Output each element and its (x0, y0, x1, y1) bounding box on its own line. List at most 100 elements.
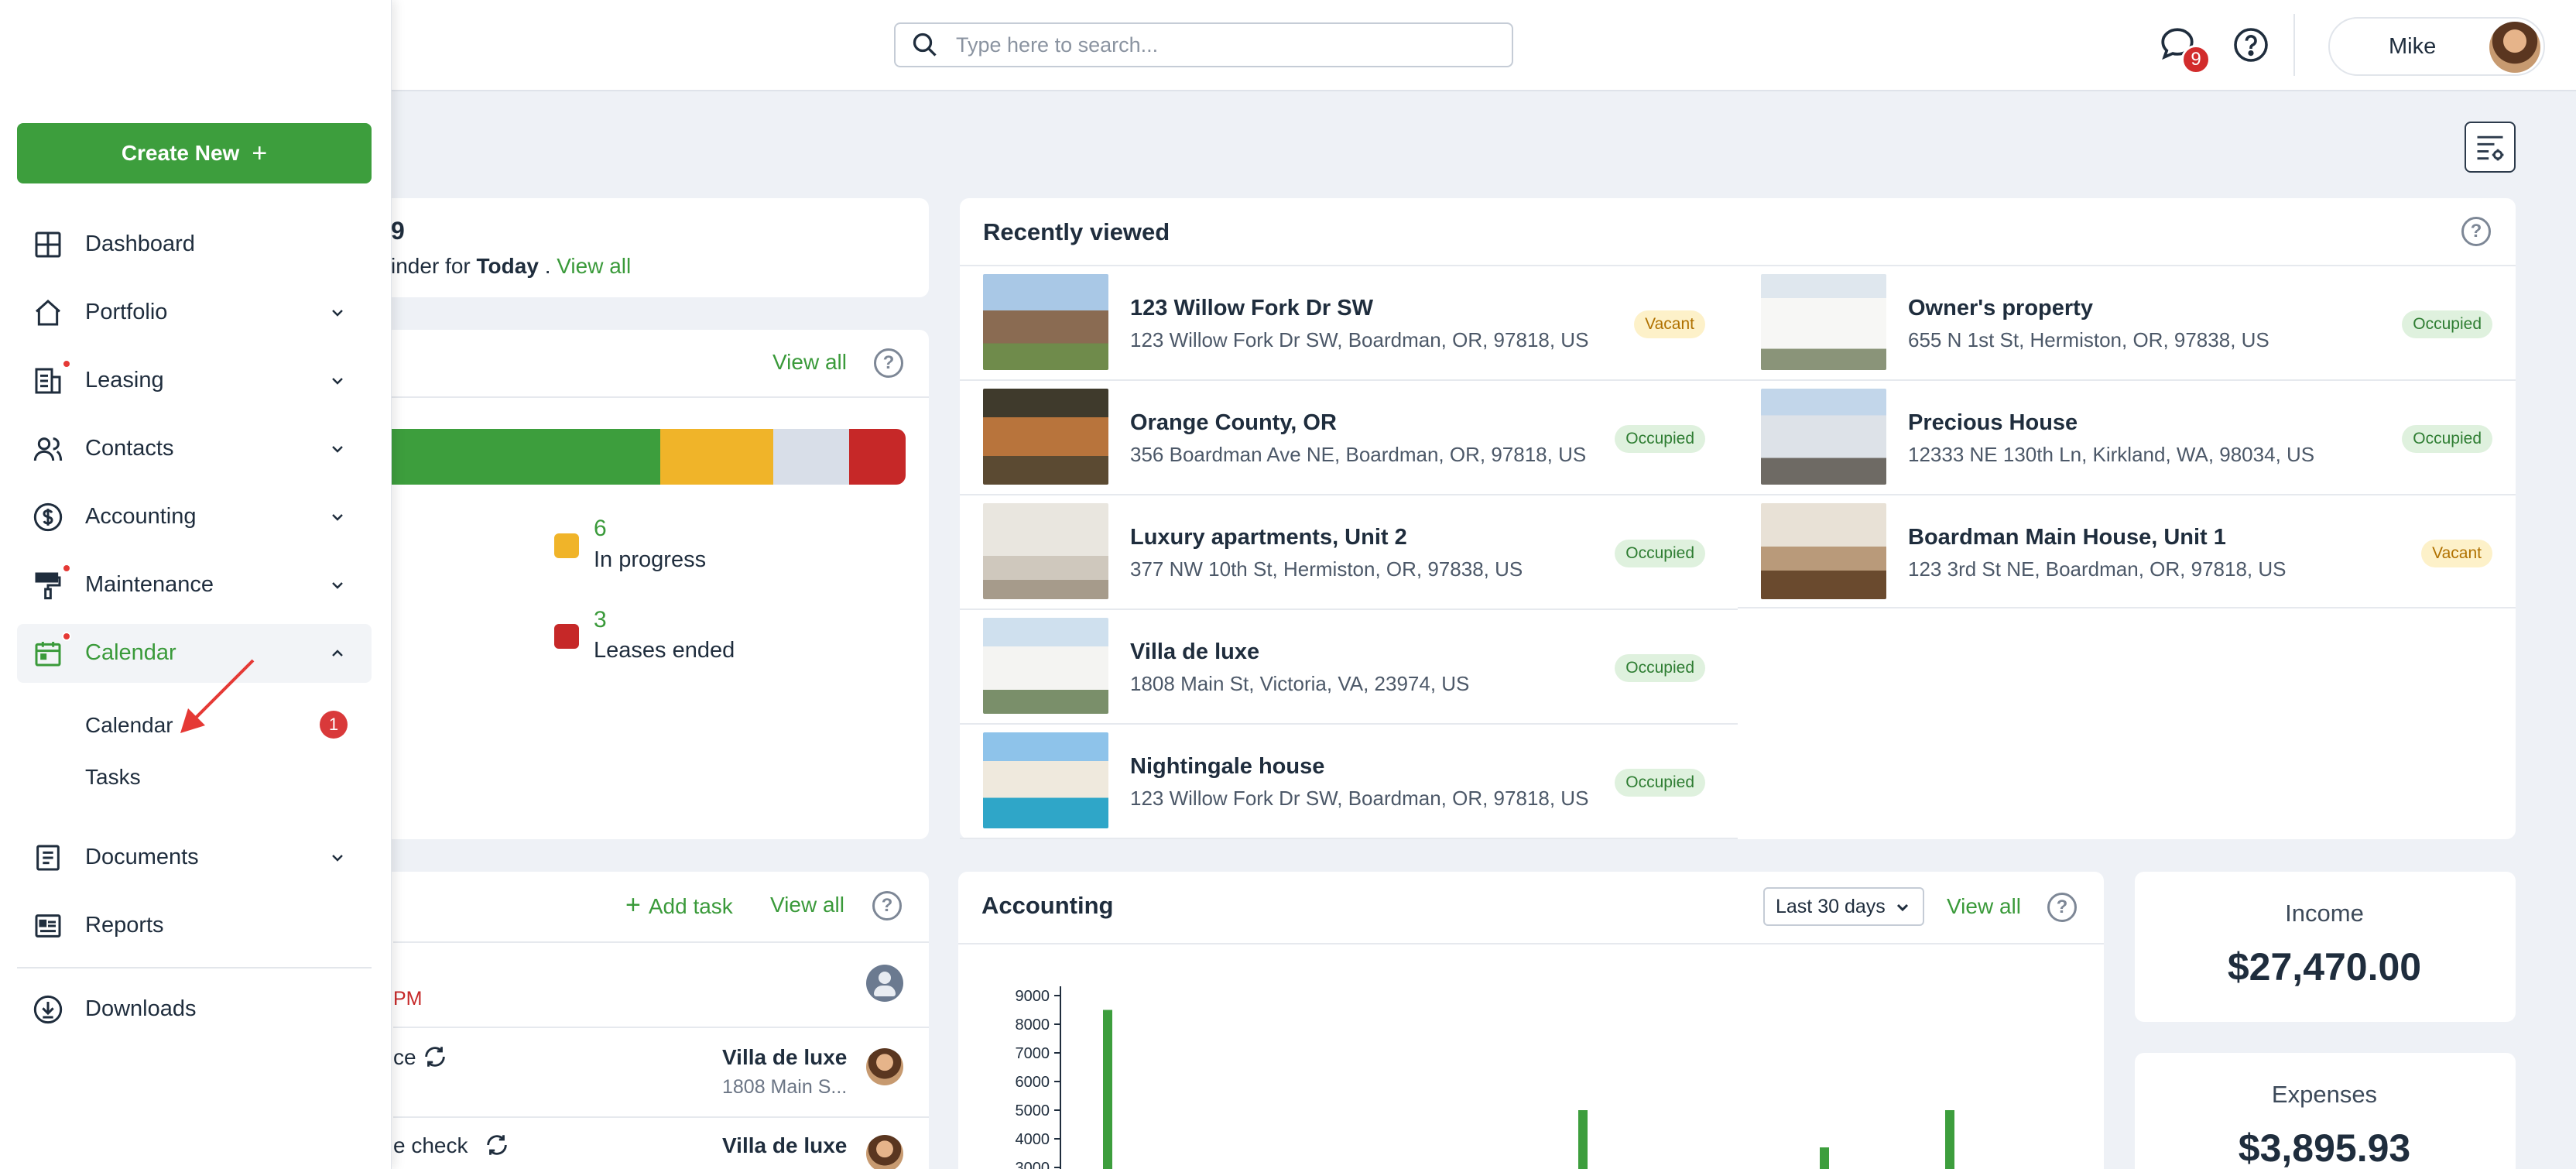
property-address: 123 Willow Fork Dr SW, Boardman, OR, 978… (1130, 328, 1589, 351)
sidebar-item-label: Maintenance (85, 572, 214, 597)
recent-property-item[interactable]: 123 Willow Fork Dr SW 123 Willow Fork Dr… (960, 265, 1738, 379)
plus-icon: + (625, 890, 641, 920)
divider (1738, 607, 2516, 608)
legend-swatch-ended (554, 624, 579, 649)
y-tick-label: 9000 (1016, 988, 1050, 1005)
period-select-value: Last 30 days (1776, 895, 1886, 917)
period-select[interactable]: Last 30 days (1763, 887, 1924, 926)
sidebar-item-documents[interactable]: Documents (17, 828, 372, 887)
status-badge: Occupied (2402, 425, 2492, 453)
leases-view-all-link[interactable]: View all (772, 350, 847, 375)
chart-bar[interactable] (1945, 1110, 1954, 1169)
recent-property-item[interactable]: Orange County, OR 356 Boardman Ave NE, B… (960, 379, 1738, 494)
add-task-button[interactable]: + Add task (625, 890, 733, 920)
property-name: Luxury apartments, Unit 2 (1130, 525, 1407, 550)
accounting-view-all-link[interactable]: View all (1947, 894, 2021, 919)
search-box[interactable] (894, 22, 1513, 67)
help-icon[interactable] (2232, 26, 2269, 63)
plus-icon: + (252, 138, 268, 168)
sidebar-item-label: Accounting (85, 504, 197, 529)
property-thumbnail (983, 618, 1108, 714)
status-badge: Occupied (1615, 769, 1705, 797)
chevron-down-icon (1896, 903, 1909, 912)
recent-property-item[interactable]: Precious House 12333 NE 130th Ln, Kirkla… (1738, 379, 2516, 494)
sidebar-item-leasing[interactable]: Leasing (17, 351, 372, 410)
property-name: Nightingale house (1130, 754, 1325, 779)
legend-swatch-in-progress (554, 533, 579, 558)
sidebar-item-label: Contacts (85, 436, 174, 461)
task-time: PM (393, 988, 423, 1010)
search-input[interactable] (956, 33, 1482, 57)
calendar-count-badge: 1 (320, 711, 348, 739)
user-name: Mike (2389, 34, 2437, 59)
expenses-value: $3,895.93 (2238, 1126, 2411, 1169)
expenses-label: Expenses (2271, 1081, 2378, 1108)
sidebar-item-contacts[interactable]: Contacts (17, 420, 372, 478)
sidebar-item-maintenance[interactable]: Maintenance (17, 556, 372, 615)
reminder-dot: . (544, 254, 551, 278)
leases-card (348, 330, 929, 839)
income-value: $27,470.00 (2227, 945, 2422, 989)
y-tick-label: 6000 (1016, 1074, 1050, 1091)
chart-bar[interactable] (1103, 1010, 1112, 1169)
status-badge: Occupied (2402, 310, 2492, 338)
help-icon[interactable]: ? (2047, 893, 2077, 922)
task-title[interactable]: e check (393, 1133, 468, 1158)
chart-bar[interactable] (1578, 1110, 1588, 1169)
sidebar-item-accounting[interactable]: Accounting (17, 488, 372, 547)
sidebar-item-downloads[interactable]: Downloads (17, 980, 372, 1039)
help-icon[interactable]: ? (874, 348, 903, 378)
chart-bar[interactable] (1820, 1147, 1829, 1169)
recent-property-item[interactable]: Villa de luxe 1808 Main St, Victoria, VA… (960, 608, 1738, 723)
reminders-view-all-link[interactable]: View all (557, 254, 631, 278)
property-name: Boardman Main House, Unit 1 (1908, 525, 2226, 550)
tasks-view-all-link[interactable]: View all (770, 893, 844, 917)
property-address: 123 3rd St NE, Boardman, OR, 97818, US (1908, 557, 2287, 581)
recent-property-item[interactable]: Boardman Main House, Unit 1 123 3rd St N… (1738, 494, 2516, 608)
document-icon (36, 845, 60, 871)
annotation-arrow (180, 659, 255, 733)
dashboard-settings-button[interactable] (2465, 122, 2516, 173)
chevron-down-icon (332, 378, 343, 385)
y-tick-label: 5000 (1016, 1102, 1050, 1119)
sidebar-item-reports[interactable]: Reports (17, 896, 372, 955)
sidebar-subitem-calendar[interactable]: Calendar (85, 713, 173, 738)
recent-property-item[interactable]: Owner's property 655 N 1st St, Hermiston… (1738, 265, 2516, 379)
accounting-chart: 9000 8000 7000 6000 5000 4000 3000 (1016, 986, 1954, 1169)
divider (348, 396, 929, 398)
task-title[interactable]: ce (393, 1045, 416, 1070)
sidebar-item-dashboard[interactable]: Dashboard (17, 215, 372, 274)
sidebar-subitem-tasks[interactable]: Tasks (85, 765, 141, 790)
property-thumbnail (1761, 274, 1886, 370)
property-thumbnail (983, 732, 1108, 828)
recent-property-item[interactable]: Nightingale house 123 Willow Fork Dr SW,… (960, 723, 1738, 838)
avatar (2489, 22, 2540, 73)
recent-property-item[interactable]: Luxury apartments, Unit 2 377 NW 10th St… (960, 494, 1738, 608)
recurring-icon (487, 1135, 507, 1155)
sidebar-item-label: Dashboard (85, 231, 195, 256)
leases-bar-active (348, 429, 660, 485)
property-address: 12333 NE 130th Ln, Kirkland, WA, 98034, … (1908, 443, 2315, 466)
settings-list-icon (2477, 135, 2504, 161)
leases-bar-ended (849, 429, 906, 485)
help-icon[interactable]: ? (872, 891, 902, 920)
property-name: Precious House (1908, 410, 2078, 435)
legend-ended-label: Leases ended (594, 638, 735, 663)
accounting-title: Accounting (981, 892, 1114, 919)
status-badge: Vacant (2421, 540, 2492, 567)
create-new-button[interactable]: Create New + (17, 123, 372, 183)
notification-dot (62, 359, 71, 369)
property-address: 377 NW 10th St, Hermiston, OR, 97838, US (1130, 557, 1523, 581)
help-icon[interactable]: ? (2461, 217, 2491, 246)
create-new-label: Create New (121, 141, 240, 165)
house-icon (36, 299, 60, 326)
property-address: 1808 Main St, Victoria, VA, 23974, US (1130, 672, 1470, 695)
recently-viewed-card: Recently viewed ? 123 Willow Fork Dr SW … (960, 198, 2516, 839)
property-thumbnail (1761, 503, 1886, 599)
y-tick-label: 7000 (1016, 1045, 1050, 1062)
user-menu[interactable]: Mike (2328, 17, 2545, 76)
sidebar-item-portfolio[interactable]: Portfolio (17, 283, 372, 342)
status-badge: Occupied (1615, 425, 1705, 453)
chevron-down-icon (332, 514, 343, 521)
dashboard-icon (35, 231, 61, 258)
